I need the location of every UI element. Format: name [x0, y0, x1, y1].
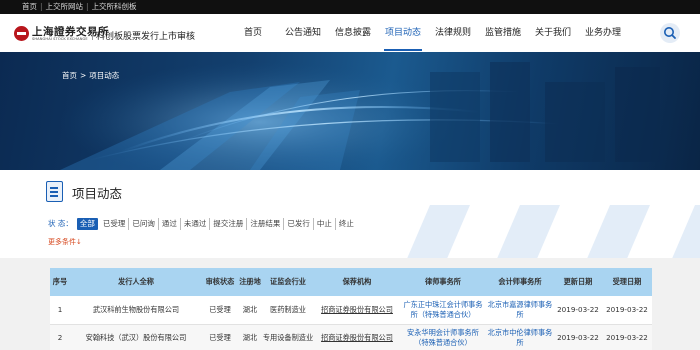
nav-project-updates[interactable]: 项目动态: [378, 14, 428, 52]
main-nav: 首页 公告通知 信息披露 项目动态 法律规则 监管措施 关于我们 业务办理: [228, 14, 628, 52]
search-button[interactable]: [660, 23, 680, 43]
cell-region: 湖北: [238, 324, 262, 350]
col-header-industry[interactable]: 证监会行业: [262, 268, 314, 296]
col-header-law-firm[interactable]: 律师事务所: [400, 268, 486, 296]
cell-sponsor[interactable]: 招商证券股份有限公司: [314, 296, 400, 325]
breadcrumb-home[interactable]: 首页: [62, 71, 77, 80]
filter-issued[interactable]: 已发行: [284, 217, 314, 230]
cell-updated: 2019-03-22: [554, 296, 602, 325]
cell-accepted: 2019-03-22: [602, 324, 652, 350]
cell-industry: 医药制造业: [262, 296, 314, 325]
more-conditions-label: 更多条件: [48, 238, 76, 246]
divider: |: [86, 2, 89, 11]
nav-home[interactable]: 首页: [228, 14, 278, 52]
hero-banner: 首页 > 项目动态: [0, 52, 700, 170]
cell-updated: 2019-03-22: [554, 324, 602, 350]
page-title: 项目动态: [72, 186, 123, 201]
table-row[interactable]: 1 武汉科前生物股份有限公司 已受理 湖北 医药制造业 招商证券股份有限公司 广…: [50, 296, 652, 325]
table-row[interactable]: 2 安翰科技（武汉）股份有限公司 已受理 湖北 专用设备制造业 招商证券股份有限…: [50, 324, 652, 350]
filter-not-passed[interactable]: 未通过: [181, 217, 211, 230]
cell-no: 2: [50, 324, 70, 350]
nav-regulatory-measures[interactable]: 监管措施: [478, 14, 528, 52]
top-link-sse[interactable]: 上交所网站: [46, 2, 84, 11]
filter-submitted-registration[interactable]: 提交注册: [210, 217, 248, 230]
filter-inquired[interactable]: 已问询: [129, 217, 159, 230]
site-header: 上海證券交易所 SHANGHAI STOCK EXCHANGE 科创板股票发行上…: [0, 14, 700, 52]
breadcrumb-separator: >: [80, 71, 87, 80]
nav-disclosure[interactable]: 信息披露: [328, 14, 378, 52]
sse-logo[interactable]: 上海證券交易所 SHANGHAI STOCK EXCHANGE: [14, 24, 109, 44]
nav-services[interactable]: 业务办理: [578, 14, 628, 52]
document-icon: [46, 181, 63, 202]
cell-no: 1: [50, 296, 70, 325]
cell-sponsor[interactable]: 招商证券股份有限公司: [314, 324, 400, 350]
filter-registration-result[interactable]: 注册结果: [247, 217, 285, 230]
filter-all[interactable]: 全部: [76, 217, 98, 230]
project-table: 序号 发行人全称 审核状态 注册地 证监会行业 保荐机构 律师事务所 会计师事务…: [50, 268, 652, 350]
nav-announcements[interactable]: 公告通知: [278, 14, 328, 52]
col-header-sponsor[interactable]: 保荐机构: [314, 268, 400, 296]
logo-divider: [92, 28, 93, 40]
col-header-issuer[interactable]: 发行人全称: [70, 268, 202, 296]
cell-issuer[interactable]: 武汉科前生物股份有限公司: [70, 296, 202, 325]
top-link-star-market[interactable]: 上交所科创板: [92, 2, 137, 11]
search-icon: [664, 27, 676, 39]
divider: |: [40, 2, 43, 11]
sse-logo-icon: [14, 26, 29, 41]
breadcrumb: 首页 > 项目动态: [62, 70, 119, 81]
cell-region: 湖北: [238, 296, 262, 325]
col-header-accountant[interactable]: 会计师事务所: [486, 268, 554, 296]
col-header-accepted[interactable]: 受理日期: [602, 268, 652, 296]
cell-status: 已受理: [202, 296, 238, 325]
col-header-no[interactable]: 序号: [50, 268, 70, 296]
col-header-region[interactable]: 注册地: [238, 268, 262, 296]
filter-terminated[interactable]: 终止: [336, 218, 357, 230]
cell-accountant[interactable]: 北京市中伦律师事务所: [486, 324, 554, 350]
site-subtitle: 科创板股票发行上市审核: [96, 32, 196, 42]
col-header-status[interactable]: 审核状态: [202, 268, 238, 296]
more-conditions-link[interactable]: 更多条件↓: [48, 237, 82, 247]
arrow-down-icon: ↓: [76, 238, 82, 246]
filter-accepted[interactable]: 已受理: [100, 217, 130, 230]
cell-status: 已受理: [202, 324, 238, 350]
top-strip: 首页 | 上交所网站 | 上交所科创板: [0, 0, 700, 14]
col-header-updated[interactable]: 更新日期: [554, 268, 602, 296]
top-link-home[interactable]: 首页: [22, 2, 37, 11]
filter-suspended[interactable]: 中止: [314, 217, 336, 230]
filter-passed[interactable]: 通过: [159, 217, 181, 230]
cell-industry: 专用设备制造业: [262, 324, 314, 350]
nav-about[interactable]: 关于我们: [528, 14, 578, 52]
table-header-row: 序号 发行人全称 审核状态 注册地 证监会行业 保荐机构 律师事务所 会计师事务…: [50, 268, 652, 296]
nav-rules[interactable]: 法律规则: [428, 14, 478, 52]
breadcrumb-current: 项目动态: [89, 71, 120, 80]
cell-issuer[interactable]: 安翰科技（武汉）股份有限公司: [70, 324, 202, 350]
logo-english-name: SHANGHAI STOCK EXCHANGE: [32, 37, 88, 41]
status-filter-label: 状 态：: [48, 219, 73, 228]
cell-accountant[interactable]: 北京市嘉源律师事务所: [486, 296, 554, 325]
status-filter-bar: 状 态： 全部 已受理 已问询 通过 未通过 提交注册 注册结果 已发行 中止 …: [48, 217, 357, 230]
cell-accepted: 2019-03-22: [602, 296, 652, 325]
cell-law-firm[interactable]: 广东正中珠江会计师事务所（特殊普通合伙）: [400, 296, 486, 325]
cell-law-firm[interactable]: 安永华明会计师事务所（特殊普通合伙）: [400, 324, 486, 350]
